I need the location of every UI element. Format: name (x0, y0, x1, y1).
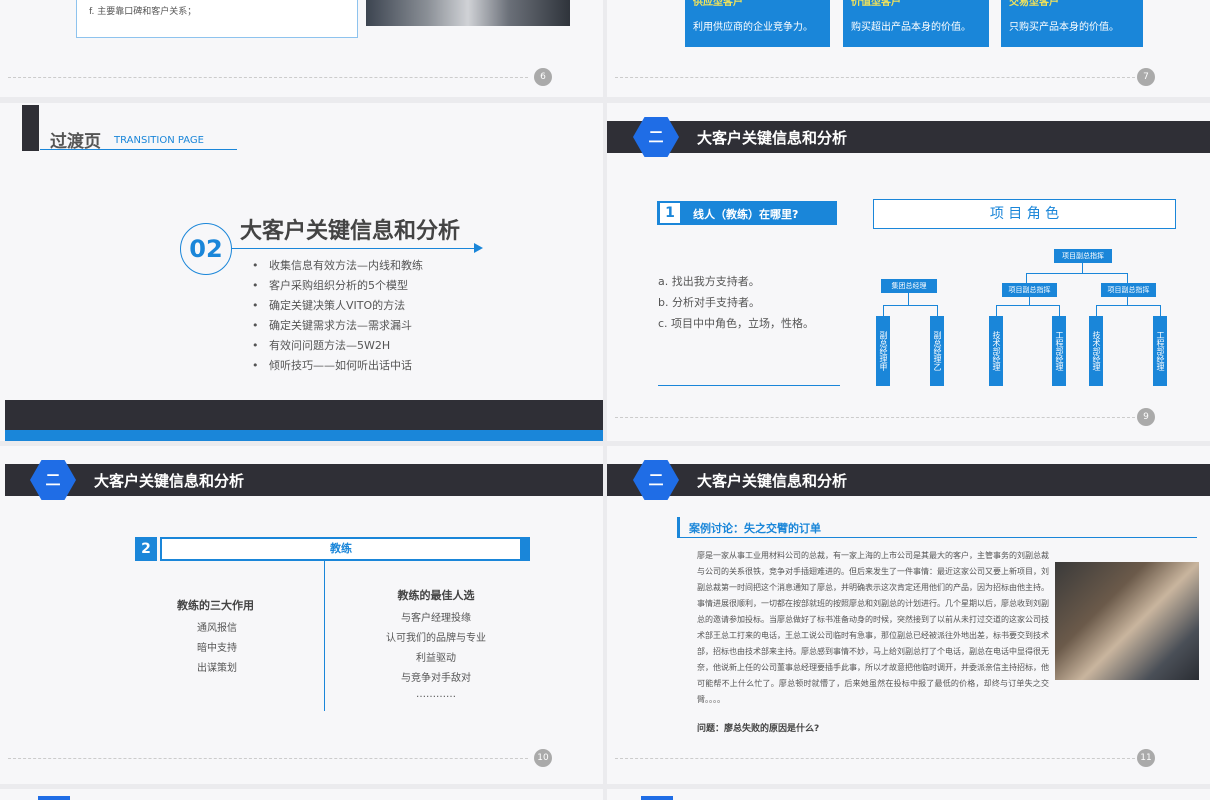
left-item: 暗中支持 (197, 643, 237, 654)
case-underline (677, 537, 1197, 538)
right-title: 教练的最佳人选 (397, 589, 475, 602)
card-3: 交易型客户 只购买产品本身的价值。 (1001, 0, 1143, 47)
org-connector (1029, 297, 1030, 305)
org-connector (1026, 273, 1027, 283)
number-circle: 02 (180, 223, 232, 275)
business-photo (366, 0, 570, 26)
bullet-text: f. 主要靠口碑和客户关系； (89, 7, 197, 17)
org-leaf: 技术部经理 (989, 316, 1003, 386)
right-item: ………… (416, 689, 456, 700)
page-number: 9 (1137, 408, 1155, 426)
org-mid-1: 项目副总指挥 (1002, 283, 1057, 297)
hex-fragment (641, 796, 673, 800)
right-item: 利益驱动 (416, 653, 456, 664)
page-number: 10 (534, 749, 552, 767)
card-1: 供应型客户 利用供应商的企业竞争力。 (685, 0, 830, 47)
org-leaf: 副总经理乙 (930, 316, 944, 386)
arrow-icon (474, 243, 483, 253)
card-title: 价值型客户 (851, 0, 901, 8)
footer-dark-band (5, 400, 603, 430)
slide-6: f. 主要靠口碑和客户关系； 6 (0, 0, 603, 97)
right-item: 与竞争对手敌对 (401, 673, 471, 684)
right-column: 教练的最佳人选 与客户经理投缘 认可我们的品牌与专业 利益驱动 与竞争对手敌对 … (370, 587, 502, 709)
org-left-head: 集团总经理 (881, 279, 937, 293)
left-item: 出谋策划 (197, 663, 237, 674)
list-item: • 确定关键决策人VITO的方法 (252, 299, 406, 312)
item-list: • 收集信息有效方法—内线和教练 • 客户采购组织分析的5个模型 • 确定关键决… (252, 257, 423, 377)
org-connector (883, 305, 938, 306)
page-number: 11 (1137, 749, 1155, 767)
org-leaf: 技术部经理 (1089, 316, 1103, 386)
left-item: 通风报信 (197, 623, 237, 634)
slide-10: 二 大客户关键信息和分析 2 教练 教练的三大作用 通风报信 暗中支持 出谋策划… (0, 446, 603, 784)
page-number: 6 (534, 68, 552, 86)
org-leaf: 副总经理甲 (876, 316, 890, 386)
org-mid-2: 项目副总指挥 (1101, 283, 1156, 297)
points-underline (658, 385, 840, 386)
card-2: 价值型客户 购买超出产品本身的价值。 (843, 0, 989, 47)
num-badge: 2 (135, 537, 157, 561)
team-photo (1055, 562, 1199, 680)
card-desc: 利用供应商的企业竞争力。 (693, 22, 813, 33)
page-number: 7 (1137, 68, 1155, 86)
list-item: • 倾听技巧——如何听出话中话 (252, 359, 412, 372)
case-accent (677, 517, 680, 537)
list-item: • 有效问问题方法—5W2H (252, 339, 391, 352)
question-number: 1 (660, 203, 680, 223)
right-item: 认可我们的品牌与专业 (386, 633, 486, 644)
card-desc: 只购买产品本身的价值。 (1009, 22, 1119, 33)
list-item: • 客户采购组织分析的5个模型 (252, 279, 408, 292)
transition-subtitle: TRANSITION PAGE (114, 135, 204, 146)
list-item: • 确定关键需求方法—需求漏斗 (252, 319, 412, 332)
org-connector (996, 305, 1059, 306)
point-a: a. 找出我方支持者。 (658, 275, 760, 288)
case-body: 廖是一家从事工业用材料公司的总裁，有一家上海的上市公司是其最大的客户，主管事务的… (697, 551, 1049, 704)
accent-bar (22, 105, 39, 151)
slide-title: 大客户关键信息和分析 (697, 472, 848, 490)
role-title-box: 项 目 角 色 (873, 199, 1176, 229)
card-title: 交易型客户 (1009, 0, 1059, 8)
org-connector (1127, 273, 1128, 283)
divider (615, 417, 1135, 418)
section-heading: 大客户关键信息和分析 (240, 219, 461, 244)
slide-title: 大客户关键信息和分析 (697, 129, 848, 147)
title-underline (40, 149, 237, 150)
question-box: 1 线人（教练）在哪里? (657, 201, 837, 225)
text-box: f. 主要靠口碑和客户关系； (76, 0, 358, 38)
org-connector (1096, 305, 1160, 306)
divider (8, 77, 528, 78)
point-c: c. 项目中中角色，立场，性格。 (658, 317, 815, 330)
org-connector (908, 293, 909, 305)
right-item: 与客户经理投缘 (401, 613, 471, 624)
hex-fragment (38, 796, 70, 800)
label-bar: 教练 (160, 537, 530, 561)
slide-title: 大客户关键信息和分析 (94, 472, 245, 490)
org-leaf: 工程部经理 (1153, 316, 1167, 386)
list-item: • 收集信息有效方法—内线和教练 (252, 259, 423, 272)
divider (615, 758, 1135, 759)
org-leaf: 工程部经理 (1052, 316, 1066, 386)
point-b: b. 分析对手支持者。 (658, 296, 760, 309)
org-top: 项目副总指挥 (1054, 249, 1112, 263)
question-text: 线人（教练）在哪里? (693, 208, 799, 221)
card-desc: 购买超出产品本身的价值。 (851, 22, 971, 33)
slide-11: 二 大客户关键信息和分析 案例讨论：失之交臂的订单 廖是一家从事工业用材料公司的… (607, 446, 1210, 784)
org-connector (1127, 297, 1128, 305)
slide-7: 供应型客户 利用供应商的企业竞争力。 价值型客户 购买超出产品本身的价值。 交易… (607, 0, 1210, 97)
slide-8: 过渡页 TRANSITION PAGE 02 大客户关键信息和分析 • 收集信息… (0, 103, 603, 441)
divider (615, 77, 1135, 78)
slide-13-partial (607, 789, 1210, 800)
card-title: 供应型客户 (693, 0, 743, 8)
arrow-line (232, 248, 478, 249)
slide-9: 二 大客户关键信息和分析 1 线人（教练）在哪里? 项 目 角 色 a. 找出我… (607, 103, 1210, 441)
slide-12-partial (0, 789, 603, 800)
left-title: 教练的三大作用 (177, 599, 254, 612)
org-connector (1082, 263, 1083, 273)
footer-blue-band (5, 430, 603, 441)
case-question: 问题：廖总失败的原因是什么? (697, 724, 820, 734)
case-title: 案例讨论：失之交臂的订单 (689, 522, 821, 535)
org-connector (1026, 273, 1127, 274)
center-divider (324, 561, 325, 711)
divider (8, 758, 528, 759)
